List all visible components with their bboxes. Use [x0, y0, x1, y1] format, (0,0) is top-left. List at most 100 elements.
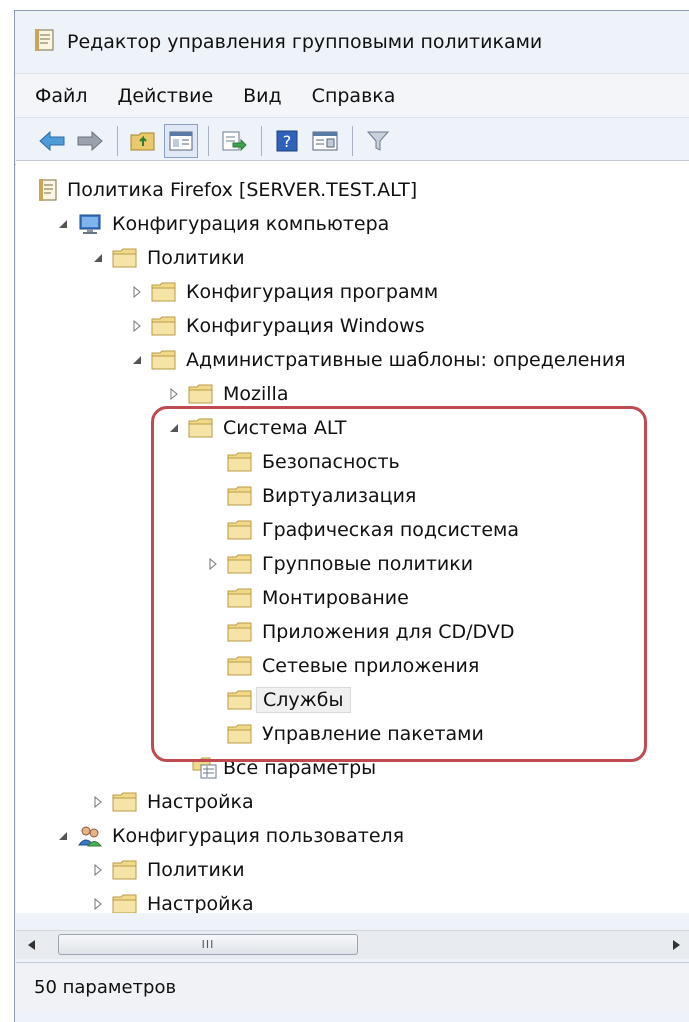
- back-arrow-icon: [39, 130, 65, 152]
- tree-item-label: Политика Firefox [SERVER.TEST.ALT]: [67, 179, 418, 201]
- horizontal-scrollbar[interactable]: III: [16, 930, 689, 959]
- toolbar-separator: [117, 126, 118, 156]
- folder-icon: [188, 384, 213, 404]
- tree-item-all-settings[interactable]: Все параметры: [192, 751, 376, 785]
- tree-item-graphics[interactable]: Графическая подсистема: [227, 513, 519, 547]
- tree-item-group-policies[interactable]: Групповые политики: [206, 547, 473, 581]
- tree-item-mounting[interactable]: Монтирование: [227, 581, 409, 615]
- show-hide-tree-button[interactable]: [164, 124, 198, 158]
- tree-item-label: Политики: [147, 859, 245, 881]
- collapse-triangle-icon[interactable]: [56, 217, 70, 231]
- tree-item-label: Управление пакетами: [262, 723, 484, 745]
- folder-icon: [227, 486, 252, 506]
- tree-item-mozilla[interactable]: Mozilla: [167, 377, 288, 411]
- tree-item-network-apps[interactable]: Сетевые приложения: [227, 649, 479, 683]
- tree-item-label: Групповые политики: [262, 553, 474, 575]
- folder-icon: [227, 622, 252, 642]
- filter-icon: [366, 131, 390, 151]
- folder-icon: [227, 656, 252, 676]
- folder-icon: [188, 418, 213, 438]
- collapse-triangle-icon[interactable]: [167, 421, 181, 435]
- show-hide-tree-icon: [169, 131, 193, 151]
- folder-icon: [227, 554, 252, 574]
- users-icon: [78, 826, 103, 847]
- menu-file[interactable]: Файл: [35, 85, 88, 107]
- tree-item-label-selected: Службы: [256, 687, 351, 713]
- tree-item-label: Настройка: [147, 791, 254, 813]
- tree-item-label: Административные шаблоны: определения: [186, 349, 626, 371]
- expand-triangle-icon[interactable]: [91, 863, 105, 877]
- scroll-thumb[interactable]: III: [58, 934, 358, 955]
- tree-item-label: Конфигурация программ: [186, 281, 439, 303]
- tree-item-label: Политики: [147, 247, 245, 269]
- status-text: 50 параметров: [34, 977, 177, 998]
- menu-action[interactable]: Действие: [118, 85, 214, 107]
- up-folder-icon: [130, 132, 155, 151]
- tree-item-package-management[interactable]: Управление пакетами: [227, 717, 484, 751]
- tree-item-user-policies[interactable]: Политики: [91, 853, 245, 887]
- up-level-button[interactable]: [126, 124, 160, 158]
- tree-item-admin-templates[interactable]: Административные шаблоны: определения: [130, 343, 626, 377]
- tree-item-cd-dvd-apps[interactable]: Приложения для CD/DVD: [227, 615, 514, 649]
- folder-icon: [227, 452, 252, 472]
- tree-item-user-config[interactable]: Конфигурация пользователя: [56, 819, 404, 853]
- tree-item-label: Монтирование: [262, 587, 409, 609]
- app-icon: [35, 28, 57, 56]
- folder-icon: [151, 350, 176, 370]
- expand-triangle-icon[interactable]: [130, 319, 144, 333]
- properties-button[interactable]: [308, 124, 342, 158]
- tree-item-computer-config[interactable]: Конфигурация компьютера: [56, 207, 389, 241]
- expand-triangle-icon[interactable]: [130, 285, 144, 299]
- toolbar-separator: [352, 126, 353, 156]
- filter-button[interactable]: [361, 124, 395, 158]
- scroll-right-icon: [673, 940, 680, 950]
- tree-item-security[interactable]: Безопасность: [227, 445, 400, 479]
- all-settings-icon: [192, 757, 217, 779]
- tree-item-windows-config[interactable]: Конфигурация Windows: [130, 309, 425, 343]
- folder-icon: [151, 282, 176, 302]
- scroll-left-icon: [28, 940, 35, 950]
- status-bar: 50 параметров: [16, 962, 689, 1012]
- tree-item-services[interactable]: Службы: [227, 683, 351, 717]
- computer-icon: [79, 214, 101, 234]
- tree-item-label: Сетевые приложения: [262, 655, 480, 677]
- expand-triangle-icon[interactable]: [91, 897, 105, 911]
- toolbar: ?: [15, 117, 689, 165]
- tree-item-policies[interactable]: Политики: [91, 241, 245, 275]
- tree-item-virtualization[interactable]: Виртуализация: [227, 479, 416, 513]
- collapse-triangle-icon[interactable]: [56, 829, 70, 843]
- expand-triangle-icon[interactable]: [206, 557, 220, 571]
- toolbar-separator: [261, 126, 262, 156]
- tree-item-alt-system[interactable]: Система ALT: [167, 411, 346, 445]
- forward-arrow-icon: [77, 130, 103, 152]
- tree-item-root[interactable]: Политика Firefox [SERVER.TEST.ALT]: [38, 173, 417, 207]
- collapse-triangle-icon[interactable]: [91, 251, 105, 265]
- folder-icon: [112, 792, 137, 812]
- folder-icon: [227, 588, 252, 608]
- scroll-right-button[interactable]: [662, 931, 689, 959]
- svg-text:?: ?: [283, 132, 292, 151]
- tree-item-label: Безопасность: [262, 451, 400, 473]
- tree-item-preferences[interactable]: Настройка: [91, 785, 254, 819]
- tree-item-label: Приложения для CD/DVD: [262, 621, 515, 643]
- menu-view[interactable]: Вид: [243, 85, 282, 107]
- export-list-button[interactable]: [217, 124, 251, 158]
- collapse-triangle-icon[interactable]: [130, 353, 144, 367]
- scroll-left-button[interactable]: [18, 931, 46, 959]
- help-button[interactable]: ?: [270, 124, 304, 158]
- expand-triangle-icon[interactable]: [167, 387, 181, 401]
- tree-item-label: Конфигурация компьютера: [112, 213, 390, 235]
- tree-item-user-preferences[interactable]: Настройка: [91, 887, 254, 913]
- tree-item-software-config[interactable]: Конфигурация программ: [130, 275, 438, 309]
- menu-help[interactable]: Справка: [312, 85, 396, 107]
- expand-triangle-icon[interactable]: [91, 795, 105, 809]
- tree-item-label: Конфигурация пользователя: [112, 825, 405, 847]
- back-button[interactable]: [35, 124, 69, 158]
- folder-icon: [151, 316, 176, 336]
- policy-tree: Политика Firefox [SERVER.TEST.ALT] Конфи…: [16, 160, 689, 913]
- tree-item-label: Mozilla: [223, 383, 289, 405]
- forward-button[interactable]: [73, 124, 107, 158]
- tree-item-label: Настройка: [147, 893, 254, 913]
- tree-item-label: Графическая подсистема: [262, 519, 519, 541]
- folder-icon: [227, 690, 252, 710]
